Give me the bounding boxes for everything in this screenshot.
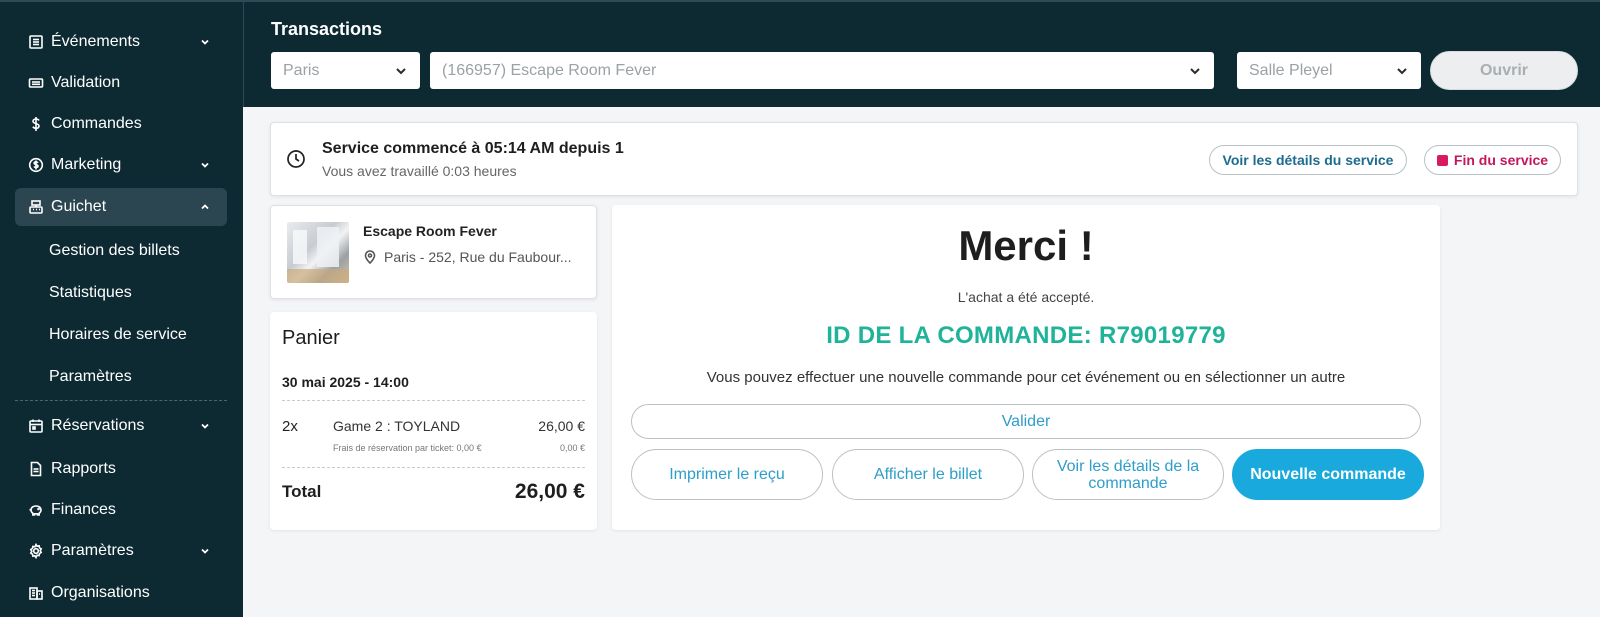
open-button[interactable]: Ouvrir [1430, 51, 1578, 90]
next-order-hint: Vous pouvez effectuer une nouvelle comma… [706, 369, 1346, 386]
chevron-down-icon [394, 64, 408, 78]
sidebar-item-guichet[interactable]: Guichet [15, 188, 227, 226]
sidebar-item-label: Organisations [51, 584, 150, 601]
document-icon [27, 460, 45, 478]
order-details-button[interactable]: Voir les détails de la commande [1032, 449, 1224, 500]
chevron-down-icon [1395, 64, 1409, 78]
purchase-accepted-text: L'achat a été accepté. [957, 289, 1095, 305]
sidebar-item-label: Validation [51, 74, 121, 91]
building-icon [27, 584, 45, 602]
sidebar-item-label: Guichet [51, 198, 107, 215]
confirmation-title: Merci ! [958, 222, 1094, 269]
service-title: Service commencé à 05:14 AM depuis 1 [322, 140, 624, 157]
chevron-down-icon [199, 158, 213, 172]
city-select-value: Paris [283, 61, 320, 79]
venue-select-value: Salle Pleyel [1249, 61, 1333, 79]
event-select[interactable]: (166957) Escape Room Fever [430, 52, 1214, 89]
stop-icon [1436, 154, 1448, 166]
end-service-label: Fin du service [1453, 152, 1549, 168]
print-receipt-button[interactable]: Imprimer le reçu [631, 449, 823, 500]
cart-total-value: 26,00 € [514, 480, 585, 503]
sidebar-item-label: Réservations [51, 417, 145, 434]
cart-divider [282, 467, 585, 468]
sidebar-item-organisations[interactable]: Organisations [15, 574, 227, 612]
cart-title: Panier [282, 327, 340, 349]
cart-divider [282, 400, 585, 401]
sidebar: Événements Validation Commandes Marketin… [0, 0, 243, 617]
show-ticket-button[interactable]: Afficher le billet [832, 449, 1024, 500]
sidebar-item-label: Commandes [51, 115, 142, 132]
service-banner: Service commencé à 05:14 AM depuis 1 Vou… [270, 122, 1578, 196]
sidebar-item-marketing[interactable]: Marketing [15, 146, 227, 184]
sidebar-item-commandes[interactable]: Commandes [15, 105, 227, 143]
city-select[interactable]: Paris [271, 52, 420, 89]
cart-fee-price: 0,00 € [559, 443, 585, 453]
sidebar-item-parametres[interactable]: Paramètres [15, 532, 227, 570]
sidebar-item-label: Paramètres [51, 542, 134, 559]
topbar: Transactions Paris (166957) Escape Room … [243, 0, 1600, 107]
sidebar-item-validation[interactable]: Validation [15, 64, 227, 102]
validate-button[interactable]: Valider [631, 404, 1421, 439]
map-pin-icon [364, 250, 376, 264]
sidebar-item-label: Événements [51, 33, 140, 50]
clock-icon [286, 149, 306, 169]
new-order-button[interactable]: Nouvelle commande [1232, 449, 1424, 500]
order-confirmation: Merci ! L'achat a été accepté. ID DE LA … [612, 205, 1440, 530]
piggy-bank-icon [27, 501, 45, 519]
calendar-icon [27, 417, 45, 435]
cart-item-qty: 2x [282, 418, 298, 435]
event-card: Escape Room Fever Paris - 252, Rue du Fa… [270, 205, 597, 299]
chevron-up-icon [199, 200, 213, 214]
cash-register-icon [27, 198, 45, 216]
sidebar-subitem-parametres[interactable]: Paramètres [49, 366, 132, 388]
end-service-button[interactable]: Fin du service [1424, 145, 1561, 175]
service-subtitle: Vous avez travaillé 0:03 heures [322, 163, 517, 179]
gear-icon [27, 542, 45, 560]
cart-item-price: 26,00 € [538, 418, 585, 434]
sidebar-subitem-statistiques[interactable]: Statistiques [49, 282, 132, 304]
coin-icon [27, 156, 45, 174]
event-location: Paris - 252, Rue du Faubour... [363, 249, 572, 265]
ticket-icon [27, 74, 45, 92]
cart-item-name: Game 2 : TOYLAND [333, 418, 461, 434]
cart-fee-label: Frais de réservation par ticket: 0,00 € [333, 443, 482, 453]
sidebar-item-rapports[interactable]: Rapports [15, 450, 227, 488]
sidebar-subitem-gestion-billets[interactable]: Gestion des billets [49, 240, 180, 262]
cart-panel: Panier 30 mai 2025 - 14:00 2x Game 2 : T… [270, 312, 597, 530]
sidebar-item-reservations[interactable]: Réservations [15, 407, 227, 445]
order-id: ID DE LA COMMANDE: R79019779 [826, 322, 1226, 349]
sidebar-item-label: Finances [51, 501, 116, 518]
sidebar-item-evenements[interactable]: Événements [15, 23, 227, 61]
sidebar-item-label: Marketing [51, 156, 122, 173]
dollar-icon [27, 115, 45, 133]
event-select-value: (166957) Escape Room Fever [442, 61, 657, 79]
chevron-down-icon [199, 419, 213, 433]
event-name: Escape Room Fever [363, 223, 497, 239]
event-location-text: Paris - 252, Rue du Faubour... [384, 249, 572, 265]
event-thumbnail [287, 222, 349, 283]
chevron-down-icon [199, 35, 213, 49]
sidebar-item-label: Rapports [51, 460, 116, 477]
page-title: Transactions [271, 19, 383, 39]
sidebar-item-finances[interactable]: Finances [15, 491, 227, 529]
sidebar-subitem-horaires-service[interactable]: Horaires de service [49, 324, 187, 346]
cart-total-label: Total [282, 482, 322, 501]
cart-date: 30 mai 2025 - 14:00 [282, 374, 409, 390]
chevron-down-icon [199, 544, 213, 558]
chevron-down-icon [1188, 64, 1202, 78]
venue-select[interactable]: Salle Pleyel [1237, 52, 1421, 89]
sidebar-divider [15, 400, 227, 401]
list-icon [27, 33, 45, 51]
service-details-button[interactable]: Voir les détails du service [1209, 145, 1407, 175]
